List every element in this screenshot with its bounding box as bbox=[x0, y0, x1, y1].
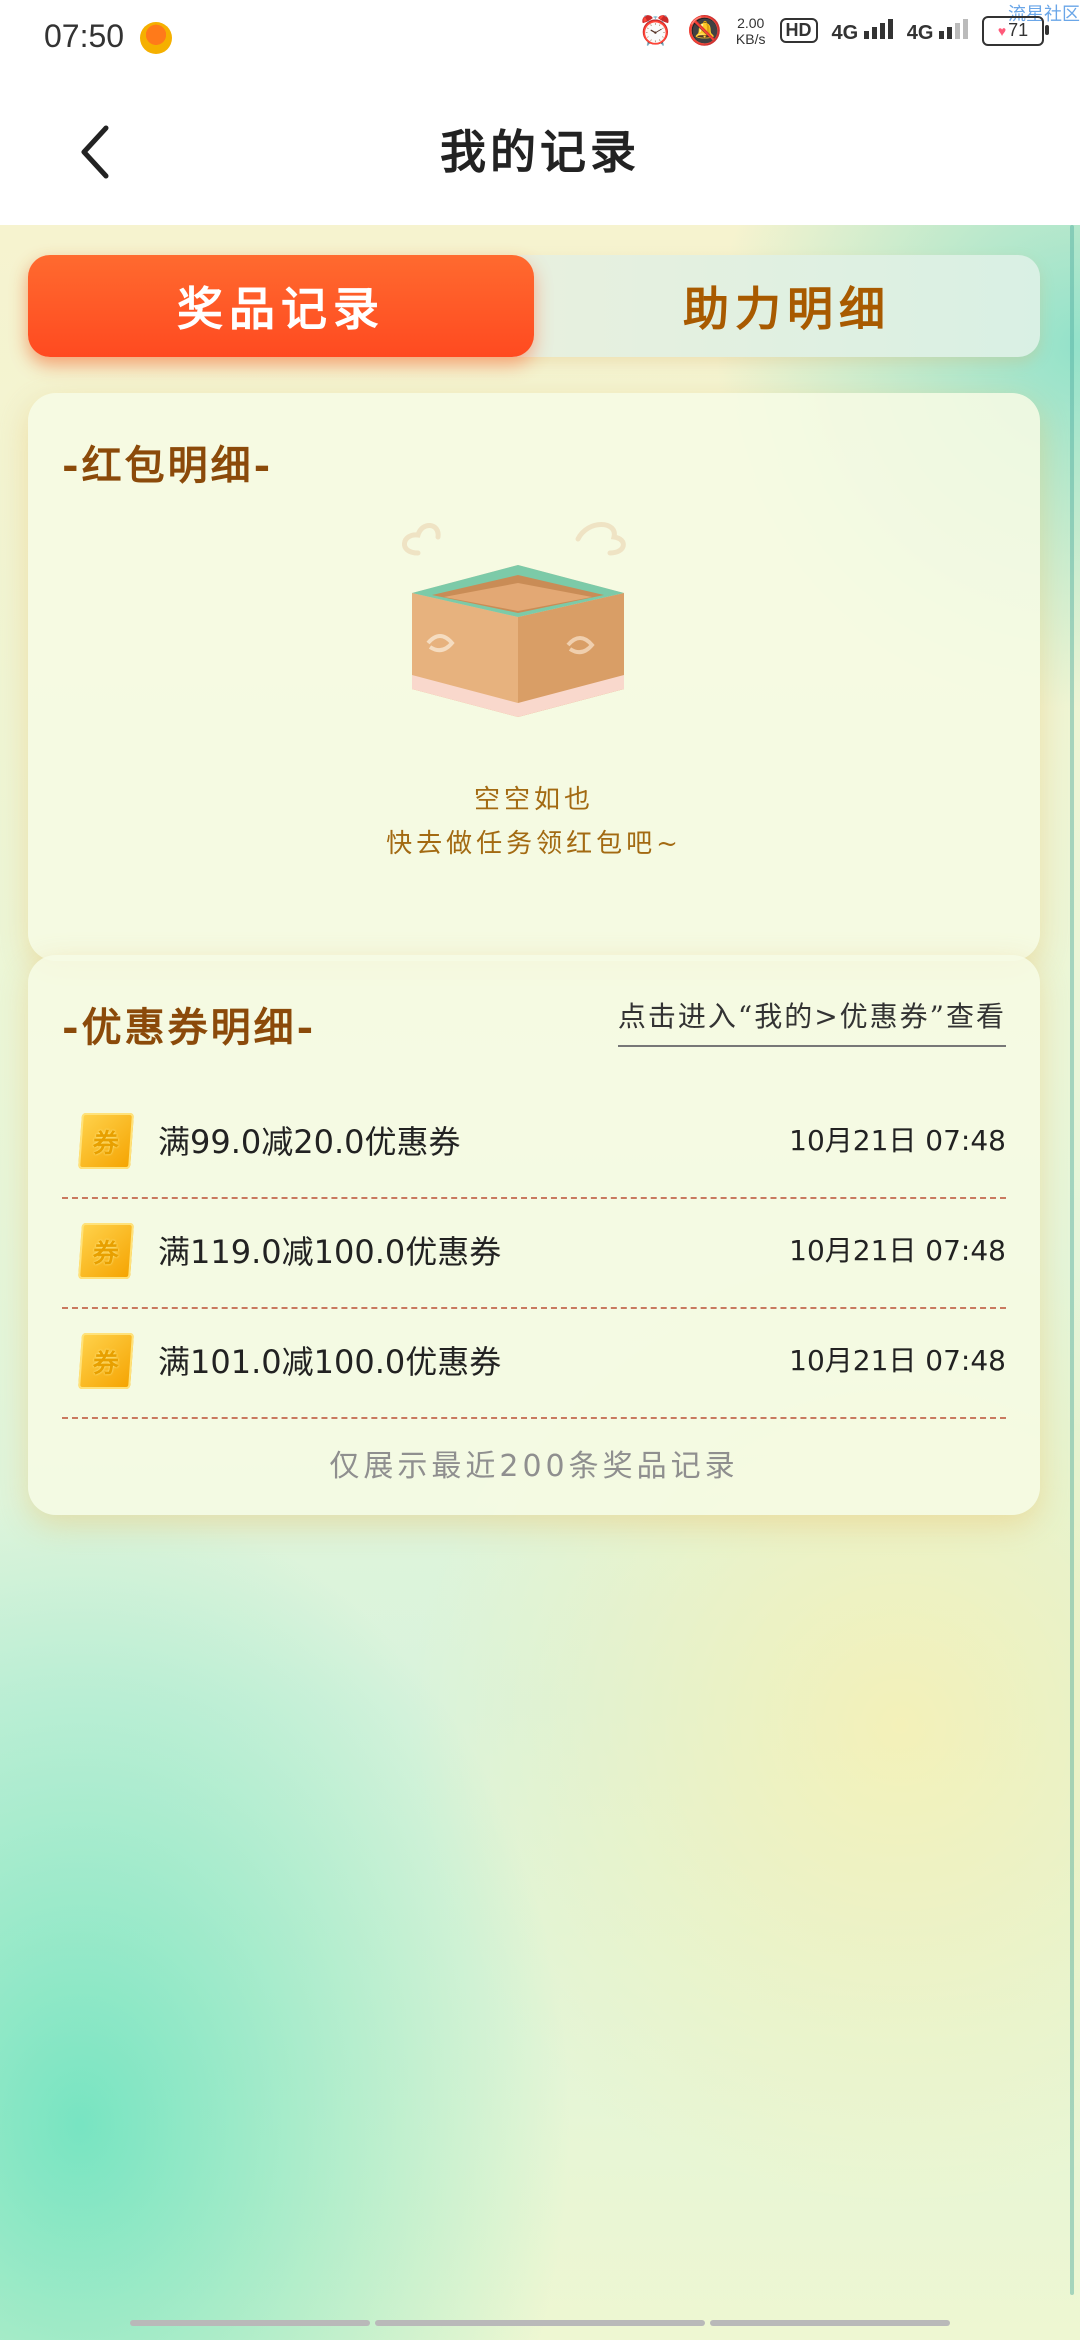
coupon-ticket-icon: 券 bbox=[78, 1333, 134, 1389]
records-footnote: 仅展示最近200条奖品记录 bbox=[329, 1449, 739, 1484]
tab-bar: 助力明细 奖品记录 bbox=[28, 255, 1040, 357]
mute-bell-icon: 🔕 bbox=[687, 15, 722, 46]
tab-assist-details[interactable]: 助力明细 bbox=[534, 255, 1040, 357]
sim1-network: 4G bbox=[832, 17, 893, 45]
status-icons: ⏰ 🔕 2.00 KB/s HD 4G 4G ♥ 71 bbox=[638, 14, 1049, 47]
red-packet-title: -红包明细- bbox=[62, 442, 274, 489]
empty-box-icon bbox=[402, 522, 626, 717]
empty-title: 空空如也 bbox=[473, 785, 594, 815]
empty-subtitle: 快去做任务领红包吧~ bbox=[386, 829, 682, 859]
network-speed: 2.00 KB/s bbox=[735, 14, 766, 47]
list-item: 券 满119.0减100.0优惠券 10月21日 07:48 bbox=[62, 1197, 1006, 1309]
coupon-ticket-icon: 券 bbox=[78, 1223, 134, 1279]
gesture-bar-segment bbox=[710, 2320, 950, 2326]
list-item: 券 满99.0减20.0优惠券 10月21日 07:48 bbox=[62, 1087, 1006, 1199]
signal-bars-icon bbox=[863, 17, 893, 39]
list-item: 券 满101.0减100.0优惠券 10月21日 07:48 bbox=[62, 1307, 1006, 1419]
app-notification-icon bbox=[140, 22, 172, 54]
coupon-card: -优惠券明细- 点击进入“我的>优惠券”查看 券 满99.0减20.0优惠券 1… bbox=[28, 955, 1040, 1515]
tab-prize-records[interactable]: 奖品记录 bbox=[28, 255, 534, 357]
coupon-name: 满119.0减100.0优惠券 bbox=[158, 1233, 502, 1271]
main-content: 助力明细 奖品记录 -红包明细- 空空如也 快去做任务领红包吧~ -优惠券明细-… bbox=[0, 225, 1080, 2340]
top-nav: 我的记录 bbox=[0, 80, 1080, 225]
scrollbar[interactable] bbox=[1070, 225, 1074, 2295]
coupon-name: 满99.0减20.0优惠券 bbox=[158, 1123, 461, 1161]
coupon-ticket-icon: 券 bbox=[78, 1113, 134, 1169]
gesture-bar-segment bbox=[375, 2320, 705, 2326]
status-time: 07:50 bbox=[44, 18, 125, 54]
hd-voice-icon: HD bbox=[779, 18, 818, 43]
signal-bars-icon bbox=[939, 17, 968, 39]
page-title: 我的记录 bbox=[440, 125, 640, 179]
alarm-icon: ⏰ bbox=[638, 15, 674, 46]
view-coupons-link[interactable]: 点击进入“我的>优惠券”查看 bbox=[617, 995, 1006, 1047]
status-bar: 07:50 流星社区 ⏰ 🔕 2.00 KB/s HD 4G 4G ♥ 71 bbox=[0, 0, 1080, 80]
red-packet-card: -红包明细- 空空如也 快去做任务领红包吧~ bbox=[28, 393, 1040, 961]
sim2-network: 4G bbox=[907, 17, 968, 45]
coupon-title: -优惠券明细- bbox=[62, 1004, 317, 1051]
battery-icon: ♥ 71 bbox=[982, 15, 1049, 46]
coupon-time: 10月21日 07:48 bbox=[789, 1344, 1006, 1377]
coupon-time: 10月21日 07:48 bbox=[789, 1234, 1006, 1267]
gesture-bar-segment bbox=[130, 2320, 370, 2326]
coupon-time: 10月21日 07:48 bbox=[789, 1124, 1006, 1157]
coupon-name: 满101.0减100.0优惠券 bbox=[158, 1343, 502, 1381]
